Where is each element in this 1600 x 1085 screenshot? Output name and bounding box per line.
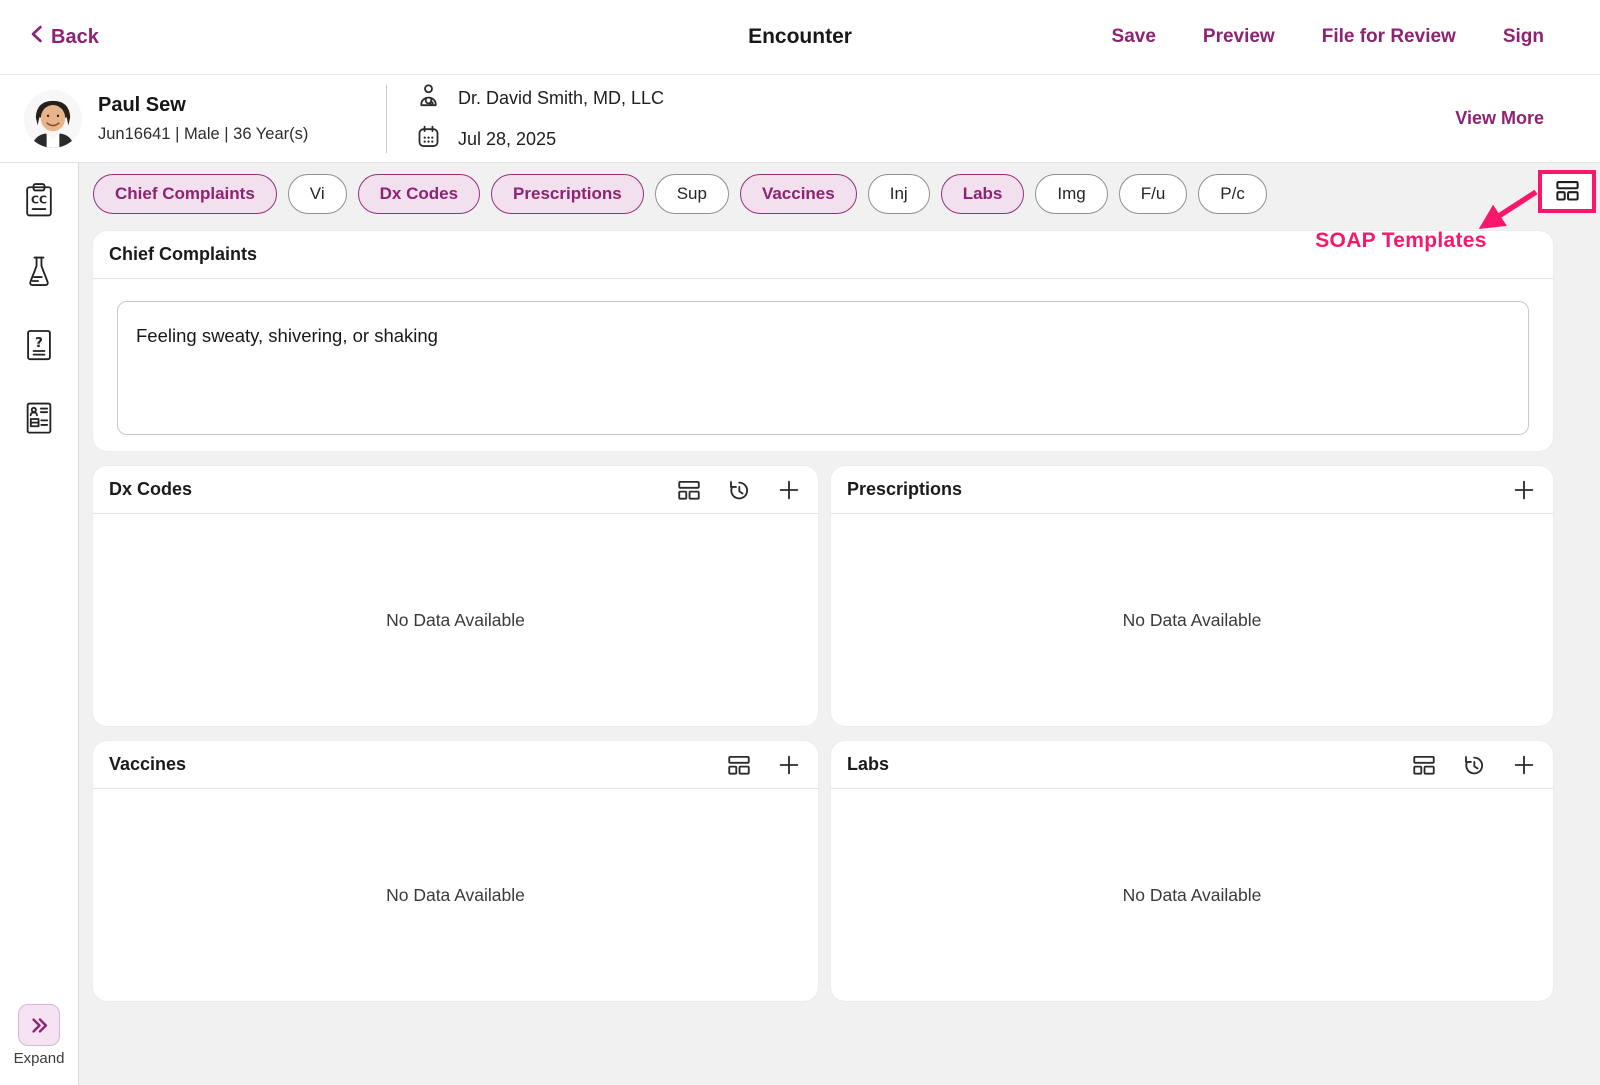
back-label: Back [51,26,99,49]
vaccines-soap-template-button[interactable] [726,752,752,778]
add-icon [776,477,802,503]
patient-header: Paul Sew Jun16641 | Male | 36 Year(s) Dr… [0,75,1600,163]
add-icon [1511,752,1537,778]
no-data-text: No Data Available [1123,610,1262,631]
top-navigation: Back Encounter SavePreviewFile for Revie… [0,0,1600,75]
save-button[interactable]: Save [1112,26,1156,48]
chief-complaints-input[interactable]: Feeling sweaty, shivering, or shaking [117,301,1529,435]
soap-templates-button[interactable] [1538,170,1596,213]
dx-codes-card: Dx Codes No Data Available [93,466,818,726]
back-button[interactable]: Back [28,24,99,50]
tab-dx-codes[interactable]: Dx Codes [358,174,480,214]
labs-title: Labs [847,754,889,775]
prescriptions-card: Prescriptions No Data Available [831,466,1553,726]
no-data-text: No Data Available [386,885,525,906]
labs-card: Labs No Data Available [831,741,1553,1001]
preview-button[interactable]: Preview [1203,26,1275,48]
provider-name: Dr. David Smith, MD, LLC [458,88,664,109]
sidebar-expand: Expand [0,1004,78,1067]
section-tabs: Chief Complaints Vi Dx Codes Prescriptions S… [93,173,1553,215]
dx-codes-soap-template-button[interactable] [676,477,702,503]
expand-double-chevron-icon [29,1015,50,1036]
chief-complaints-title: Chief Complaints [109,244,257,265]
dx-codes-add-button[interactable] [776,477,802,503]
labs-history-button[interactable] [1461,752,1487,778]
sidebar-item-patient-summary[interactable] [17,397,61,441]
no-data-text: No Data Available [1123,885,1262,906]
file-for-review-button[interactable]: File for Review [1322,26,1456,48]
add-icon [776,752,802,778]
tab-chief-complaints[interactable]: Chief Complaints [93,174,277,214]
lab-flask-icon [19,253,59,293]
no-data-text: No Data Available [386,610,525,631]
tab-labs[interactable]: Labs [941,174,1025,214]
soap-template-icon [726,752,752,778]
tab-img[interactable]: Img [1035,174,1107,214]
sidebar-item-chief-complaints-clipboard[interactable]: CC [17,178,61,222]
sections-grid: Dx Codes No Data Available Prescriptions No… [93,466,1553,1001]
dx-codes-history-button[interactable] [726,477,752,503]
encounter-content: Chief Complaints Vi Dx Codes Prescriptions S… [79,163,1600,1085]
vaccines-title: Vaccines [109,754,186,775]
expand-label: Expand [14,1050,65,1067]
tab-inj[interactable]: Inj [868,174,930,214]
doctor-icon [415,82,442,114]
tab-vi[interactable]: Vi [288,174,347,214]
vaccines-card: Vaccines No Data Available [93,741,818,1001]
prescriptions-add-button[interactable] [1511,477,1537,503]
soap-template-icon [1554,177,1581,204]
chevron-left-icon [28,24,45,50]
labs-add-button[interactable] [1511,752,1537,778]
add-icon [1511,477,1537,503]
encounter-screen: Back Encounter SavePreviewFile for Revie… [0,0,1600,1085]
history-icon [726,477,752,503]
svg-text:CC: CC [31,194,47,207]
tab-vaccines[interactable]: Vaccines [740,174,857,214]
left-sidebar: CC? Expand [0,163,79,1085]
sidebar-item-lab-flask[interactable] [17,251,61,295]
calendar-icon [415,123,442,155]
patient-summary-icon [19,399,59,439]
questionnaire-icon: ? [19,326,59,366]
soap-template-icon [676,477,702,503]
sign-button[interactable]: Sign [1503,26,1544,48]
dx-codes-title: Dx Codes [109,479,192,500]
view-more-link[interactable]: View More [1455,108,1544,129]
tab-f-u[interactable]: F/u [1119,174,1188,214]
patient-name: Paul Sew [98,94,386,117]
vaccines-add-button[interactable] [776,752,802,778]
labs-soap-template-button[interactable] [1411,752,1437,778]
chief-complaints-card: Chief Complaints Feeling sweaty, shiveri… [93,231,1553,451]
tab-prescriptions[interactable]: Prescriptions [491,174,644,214]
provider-info: Dr. David Smith, MD, LLC Jul 28, 2025 [415,82,664,155]
encounter-date: Jul 28, 2025 [458,129,556,150]
history-icon [1461,752,1487,778]
tab-sup[interactable]: Sup [655,174,729,214]
chief-complaints-clipboard-icon: CC [19,180,59,220]
patient-meta: Jun16641 | Male | 36 Year(s) [98,125,386,144]
svg-text:?: ? [35,335,43,351]
top-actions: Save Preview File for Review Sign [1112,26,1544,48]
patient-avatar [24,90,82,148]
tab-p-c[interactable]: P/c [1198,174,1267,214]
patient-info: Paul Sew Jun16641 | Male | 36 Year(s) [98,94,386,144]
expand-button[interactable] [18,1004,60,1046]
sidebar-item-questionnaire[interactable]: ? [17,324,61,368]
divider [386,85,387,153]
soap-template-icon [1554,177,1581,207]
prescriptions-title: Prescriptions [847,479,962,500]
soap-template-icon [1411,752,1437,778]
